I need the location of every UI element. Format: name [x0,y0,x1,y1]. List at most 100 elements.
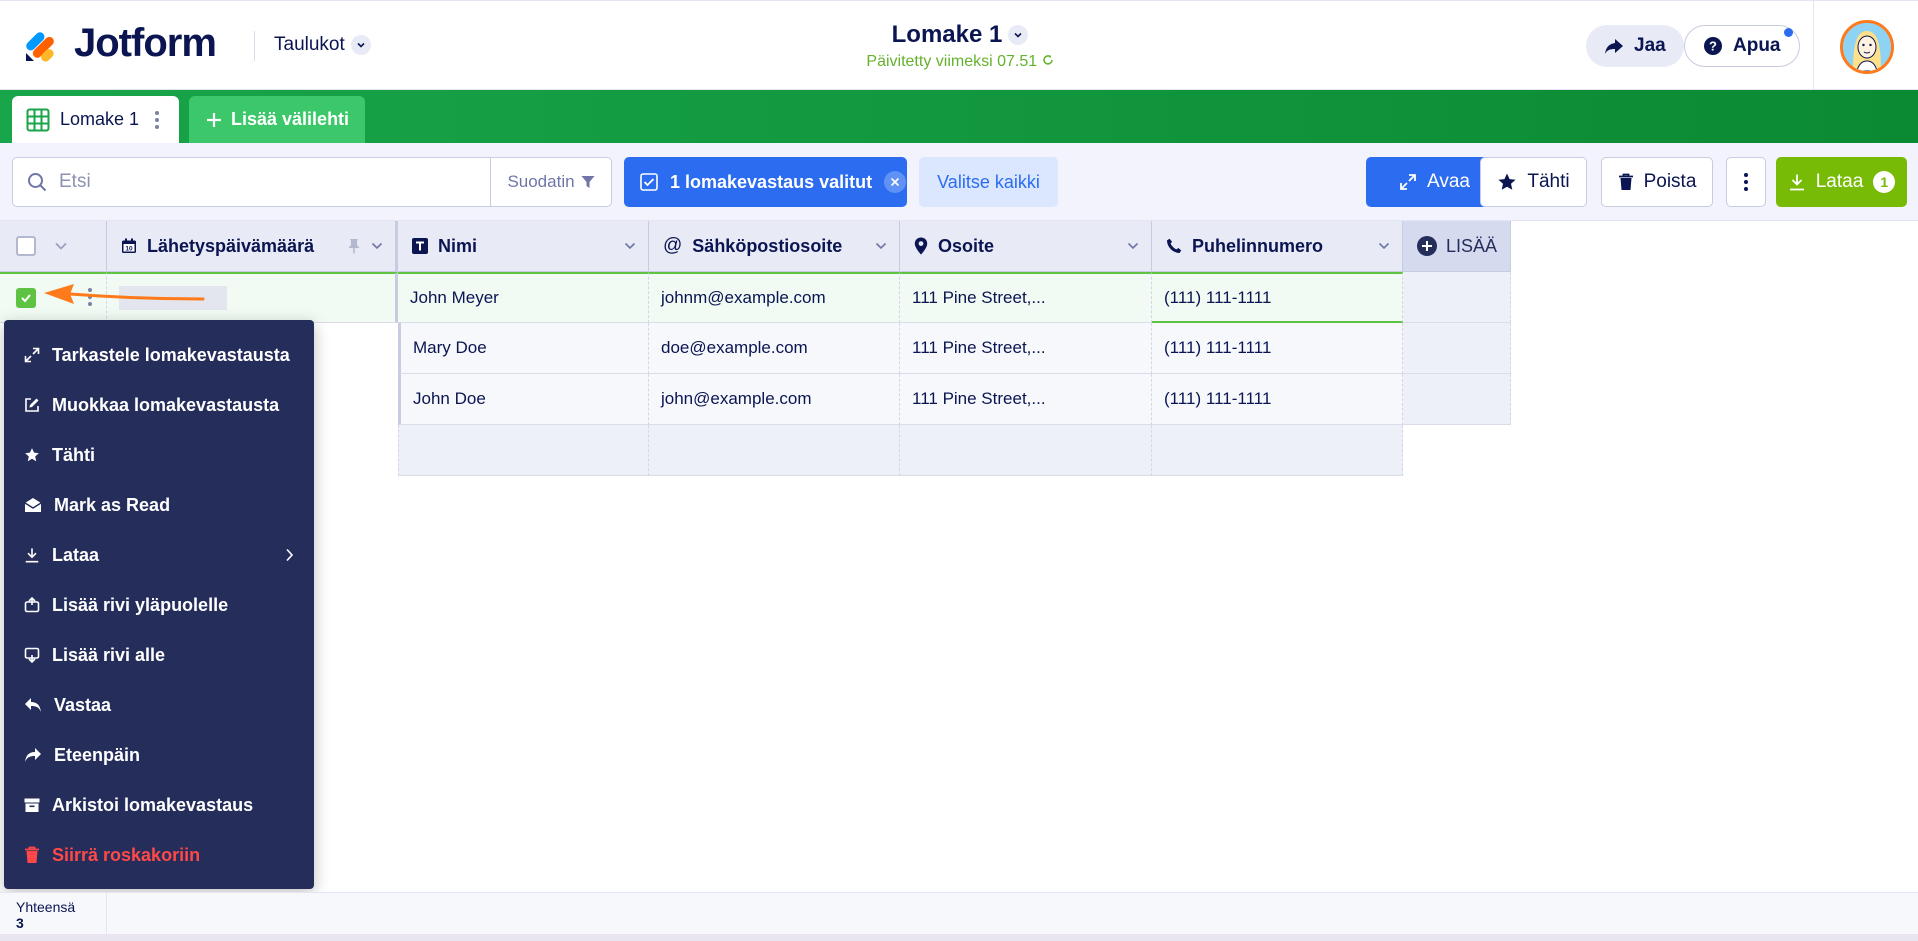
search-input[interactable] [59,171,479,193]
select-all-checkbox[interactable] [16,236,36,256]
phone-cell[interactable]: (111) 111-1111 [1152,272,1403,323]
empty-cell[interactable] [398,425,649,476]
menu-item-download[interactable]: Lataa [4,530,314,580]
menu-item-archive[interactable]: Arkistoi lomakevastaus [4,780,314,830]
selected-count-button[interactable]: 1 lomakevastaus valitut [624,157,907,207]
tab-options-icon[interactable] [155,110,160,129]
chevron-down-icon[interactable] [1127,242,1139,250]
menu-item-forward[interactable]: Eteenpäin [4,730,314,780]
chevron-down-icon[interactable] [875,242,887,250]
download-icon [25,548,39,563]
table-grid-icon [26,108,50,131]
star-label: Tähti [1527,171,1570,192]
add-tab-label: Lisää välilehti [231,109,350,129]
download-button[interactable]: Lataa 1 [1776,157,1907,207]
trash-icon [25,846,39,863]
text-field-icon [412,238,428,254]
name-cell[interactable]: John Doe [398,374,649,425]
menu-item-view-submission[interactable]: Tarkastele lomakevastausta [4,330,314,380]
empty-cell[interactable] [1152,425,1403,476]
share-button[interactable]: Jaa [1586,25,1684,67]
share-label: Jaa [1634,35,1666,56]
chevron-down-icon[interactable] [624,242,636,250]
menu-item-label: Siirrä roskakoriin [52,844,201,865]
more-options-button[interactable] [1726,157,1766,207]
avatar[interactable] [1840,20,1894,74]
row-checkbox[interactable] [16,288,36,308]
horizontal-scrollbar[interactable] [0,934,1918,941]
plus-icon [207,112,221,127]
refresh-icon [1042,54,1053,65]
jotform-logo-icon [22,23,62,63]
download-label: Lataa [1815,171,1864,192]
name-cell[interactable]: Mary Doe [398,323,649,374]
menu-item-edit-submission[interactable]: Muokkaa lomakevastausta [4,380,314,430]
help-label: Apua [1733,35,1781,56]
chevron-down-icon[interactable] [54,241,68,251]
empty-cell [1403,323,1511,374]
select-all-button[interactable]: Valitse kaikki [919,157,1058,207]
expand-icon [1400,174,1416,190]
map-pin-icon [914,237,928,255]
user-avatar-icon [1843,23,1891,71]
address-cell[interactable]: 111 Pine Street,... [900,323,1152,374]
toolbar: Suodatin 1 lomakevastaus valitut Valitse… [0,143,1918,221]
tab-bar: Lomake 1 Lisää välilehti [0,90,1918,143]
last-updated-text: Päivitetty viimeksi 07.51 [866,53,1038,70]
add-column-button[interactable]: LISÄÄ [1403,221,1511,272]
expand-icon [24,347,40,363]
column-header-address[interactable]: Osoite [900,221,1152,272]
menu-item-insert-row-above[interactable]: Lisää rivi yläpuolelle [4,580,314,630]
column-header-name[interactable]: Nimi [398,221,649,272]
menu-item-label: Eteenpäin [54,744,141,765]
name-cell[interactable]: John Meyer [398,272,649,323]
chevron-down-icon[interactable] [371,242,383,250]
empty-cell[interactable] [900,425,1152,476]
help-icon: ? [1704,37,1722,55]
tables-menu[interactable]: Taulukot [274,34,371,56]
insert-above-icon [24,597,40,613]
star-button[interactable]: Tähti [1480,157,1587,207]
tab-lomake-1[interactable]: Lomake 1 [12,96,179,143]
star-icon [1498,173,1516,190]
menu-item-move-to-trash[interactable]: Siirrä roskakoriin [4,830,314,880]
email-cell[interactable]: doe@example.com [649,323,900,374]
chevron-down-icon[interactable] [1378,242,1390,250]
column-header-phone[interactable]: Puhelinnumero [1152,221,1403,272]
column-header-date[interactable]: 10 Lähetyspäivämäärä [107,221,398,272]
star-icon [25,448,39,462]
row-context-menu: Tarkastele lomakevastausta Muokkaa lomak… [4,320,314,889]
form-title[interactable]: Lomake 1 [892,21,1029,49]
menu-item-label: Arkistoi lomakevastaus [52,794,254,815]
help-button[interactable]: ? Apua [1684,25,1800,67]
menu-item-insert-row-below[interactable]: Lisää rivi alle [4,630,314,680]
address-cell[interactable]: 111 Pine Street,... [900,374,1152,425]
checkbox-checked-icon [640,173,658,191]
column-label: Sähköpostiosoite [692,235,843,256]
menu-item-star[interactable]: Tähti [4,430,314,480]
add-tab-button[interactable]: Lisää välilehti [189,96,366,143]
phone-cell[interactable]: (111) 111-1111 [1152,323,1403,374]
clear-selection-icon[interactable] [884,171,907,193]
delete-button[interactable]: Poista [1601,157,1713,207]
chevron-down-icon [1008,25,1029,45]
menu-item-label: Tarkastele lomakevastausta [52,344,290,365]
menu-item-reply[interactable]: Vastaa [4,680,314,730]
empty-cell[interactable] [649,425,900,476]
tab-label: Lomake 1 [60,109,140,129]
column-label: Nimi [438,235,478,256]
jotform-logo[interactable]: Jotform [22,23,217,63]
address-cell[interactable]: 111 Pine Street,... [900,272,1152,323]
phone-cell[interactable]: (111) 111-1111 [1152,374,1403,425]
email-cell[interactable]: john@example.com [649,374,900,425]
menu-item-label: Lataa [52,544,100,565]
pin-icon[interactable] [347,238,361,254]
total-value: 3 [16,915,24,931]
menu-item-label: Vastaa [54,694,112,715]
filter-button[interactable]: Suodatin [490,158,611,206]
menu-item-mark-as-read[interactable]: Mark as Read [4,480,314,530]
delete-label: Poista [1643,171,1697,192]
column-header-email[interactable]: @ Sähköpostiosoite [649,221,900,272]
kebab-icon [1744,173,1748,191]
email-cell[interactable]: johnm@example.com [649,272,900,323]
